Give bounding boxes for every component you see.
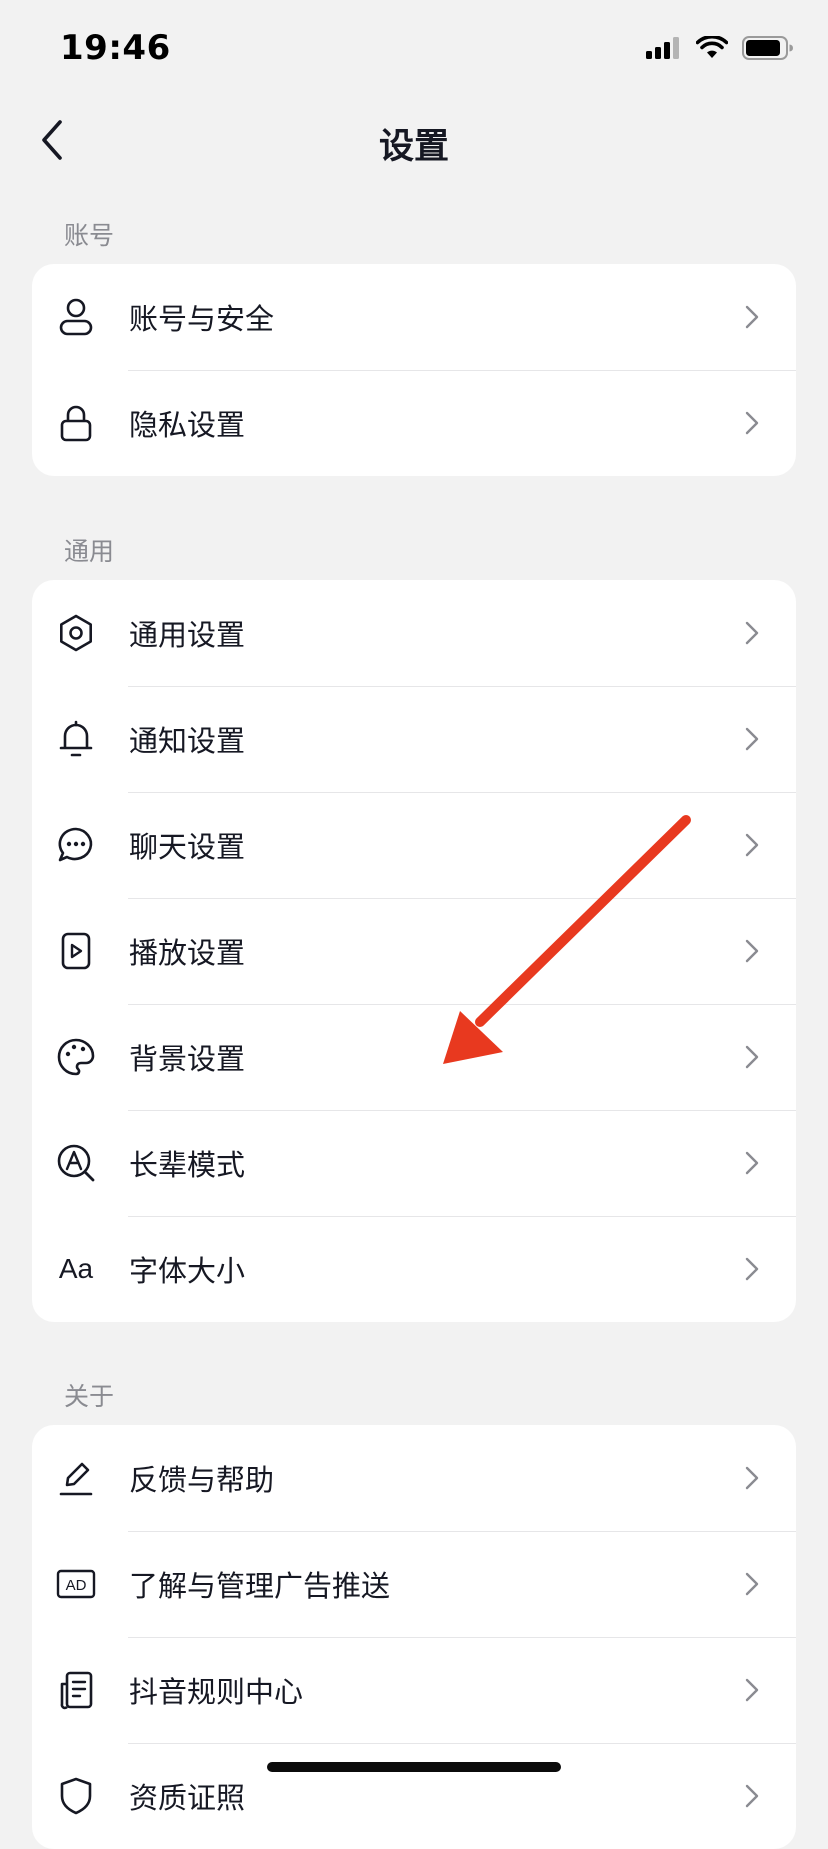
settings-item-label: 隐私设置 xyxy=(129,408,246,442)
settings-item-background[interactable]: 背景设置 xyxy=(32,1004,796,1110)
font-size-icon: Aa xyxy=(54,1247,98,1291)
settings-item-privacy[interactable]: 隐私设置 xyxy=(32,370,796,476)
chevron-right-icon xyxy=(742,1042,762,1072)
section-label-general: 通用 xyxy=(64,537,115,566)
status-bar: 19:46 xyxy=(0,0,828,100)
chevron-right-icon xyxy=(742,936,762,966)
ad-icon: AD xyxy=(54,1562,98,1606)
lock-icon xyxy=(54,401,98,445)
gear-icon xyxy=(54,611,98,655)
settings-item-label: 通知设置 xyxy=(129,724,246,758)
settings-item-general[interactable]: 通用设置 xyxy=(32,580,796,686)
section-label-account: 账号 xyxy=(64,221,115,250)
bell-icon xyxy=(54,717,98,761)
settings-item-chat[interactable]: 聊天设置 xyxy=(32,792,796,898)
settings-item-account-security[interactable]: 账号与安全 xyxy=(32,264,796,370)
settings-item-qualifications[interactable]: 资质证照 xyxy=(32,1743,796,1849)
chevron-right-icon xyxy=(742,1675,762,1705)
chevron-right-icon xyxy=(742,1781,762,1811)
settings-item-label: 账号与安全 xyxy=(129,302,275,336)
document-icon xyxy=(54,1668,98,1712)
settings-item-label: 字体大小 xyxy=(129,1254,246,1288)
palette-icon xyxy=(54,1035,98,1079)
settings-item-label: 背景设置 xyxy=(129,1042,246,1076)
chevron-right-icon xyxy=(742,1569,762,1599)
settings-item-notifications[interactable]: 通知设置 xyxy=(32,686,796,792)
chevron-right-icon xyxy=(742,618,762,648)
section-label-about: 关于 xyxy=(64,1382,115,1411)
chevron-right-icon xyxy=(742,1254,762,1284)
chevron-right-icon xyxy=(742,302,762,332)
settings-item-label: 聊天设置 xyxy=(129,830,246,864)
chevron-right-icon xyxy=(742,1148,762,1178)
settings-item-label: 播放设置 xyxy=(129,936,246,970)
status-time: 19:46 xyxy=(60,28,171,68)
shield-icon xyxy=(54,1774,98,1818)
settings-item-label: 资质证照 xyxy=(129,1781,246,1815)
settings-item-feedback[interactable]: 反馈与帮助 xyxy=(32,1425,796,1531)
account-settings-card: 账号与安全 隐私设置 xyxy=(32,264,796,476)
settings-item-elder-mode[interactable]: 长辈模式 xyxy=(32,1110,796,1216)
settings-item-ad-management[interactable]: AD 了解与管理广告推送 xyxy=(32,1531,796,1637)
settings-item-rules-center[interactable]: 抖音规则中心 xyxy=(32,1637,796,1743)
about-settings-card: 反馈与帮助 AD 了解与管理广告推送 抖音规则中心 资质证照 xyxy=(32,1425,796,1849)
settings-item-label: 了解与管理广告推送 xyxy=(129,1569,391,1603)
play-icon xyxy=(54,929,98,973)
settings-item-label: 长辈模式 xyxy=(129,1148,246,1182)
wifi-icon xyxy=(695,34,729,64)
user-icon xyxy=(54,295,98,339)
settings-item-label: 抖音规则中心 xyxy=(129,1675,304,1709)
chevron-right-icon xyxy=(742,724,762,754)
ad-icon-text: AD xyxy=(66,1577,87,1594)
settings-item-playback[interactable]: 播放设置 xyxy=(32,898,796,1004)
elder-mode-icon xyxy=(54,1141,98,1185)
page-title: 设置 xyxy=(378,127,449,167)
cellular-signal-icon xyxy=(646,37,682,63)
settings-item-label: 反馈与帮助 xyxy=(129,1463,275,1497)
settings-item-label: 通用设置 xyxy=(129,618,246,652)
chevron-right-icon xyxy=(742,830,762,860)
font-size-icon-text: Aa xyxy=(58,1253,94,1284)
general-settings-card: 通用设置 通知设置 聊天设置 播放设置 背景设置 长辈模式 Aa 字体大小 xyxy=(32,580,796,1322)
battery-icon xyxy=(742,36,794,64)
settings-item-font-size[interactable]: Aa 字体大小 xyxy=(32,1216,796,1322)
pencil-icon xyxy=(54,1456,98,1500)
chevron-right-icon xyxy=(742,408,762,438)
chat-icon xyxy=(54,823,98,867)
home-indicator[interactable] xyxy=(267,1762,561,1772)
status-icons xyxy=(646,34,794,64)
navigation-bar: 设置 xyxy=(0,100,828,184)
chevron-right-icon xyxy=(742,1463,762,1493)
